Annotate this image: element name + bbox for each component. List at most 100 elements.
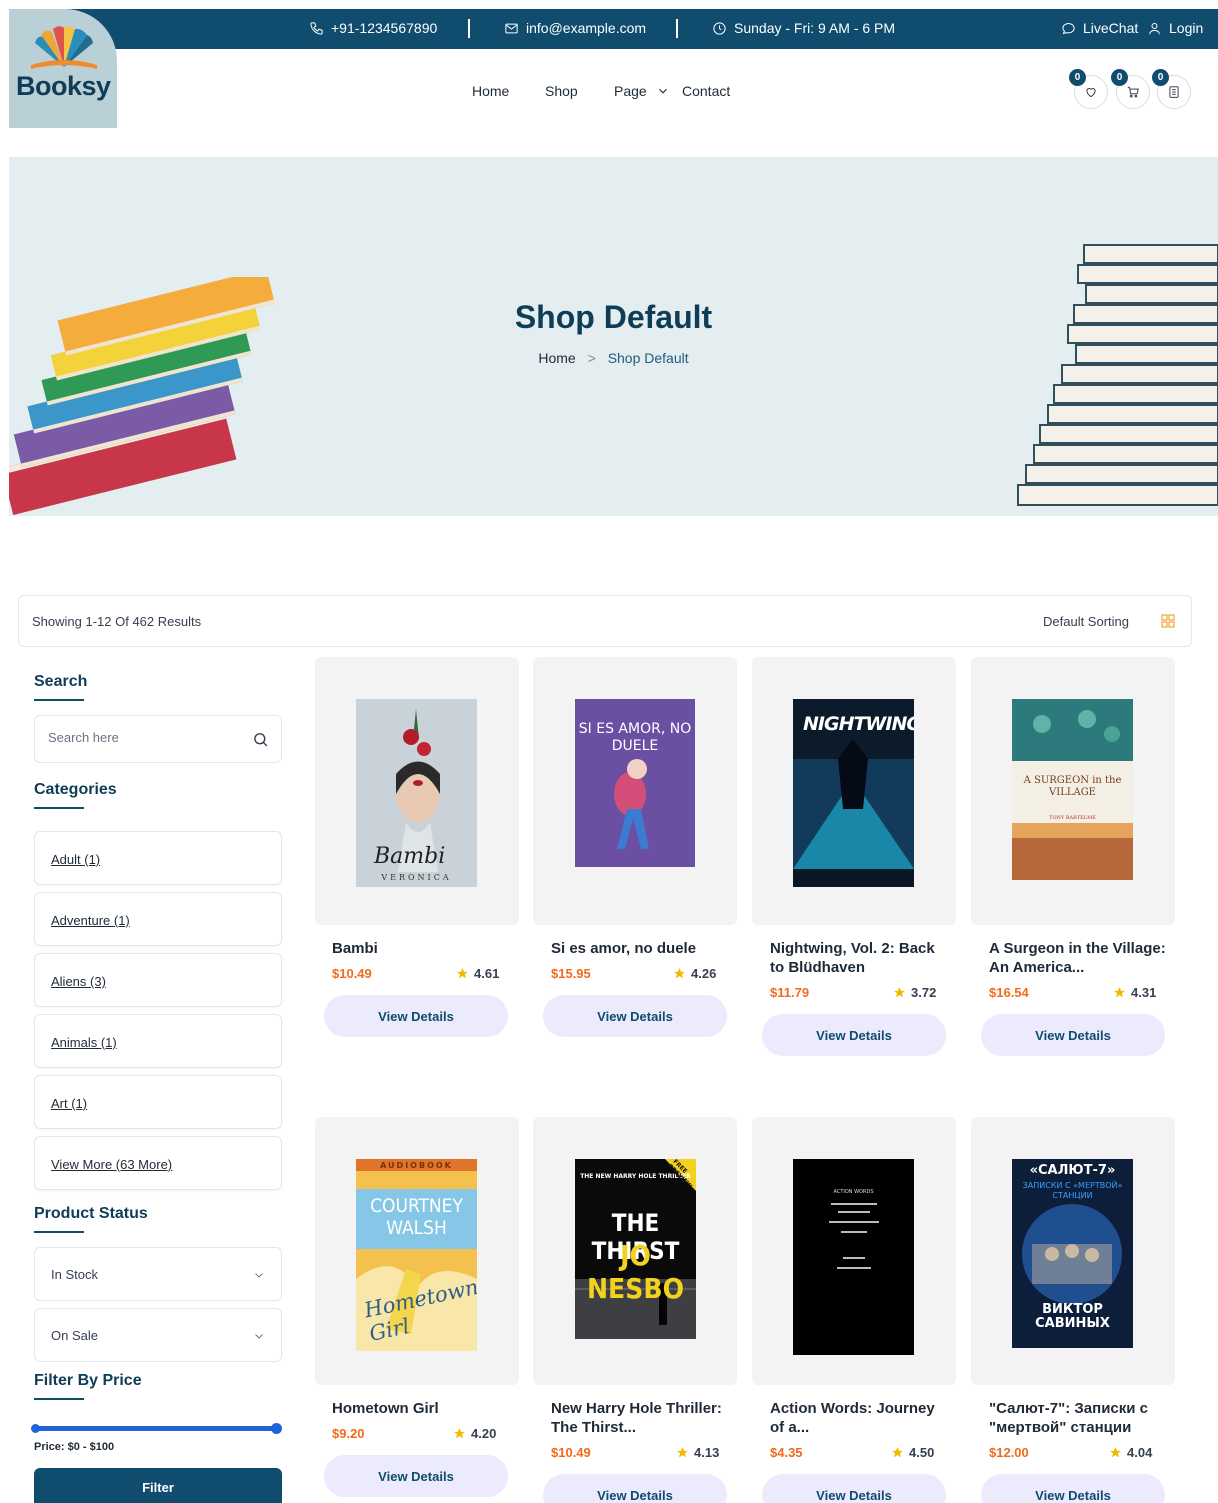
- product-title[interactable]: A Surgeon in the Village: An America...: [989, 939, 1167, 977]
- star-icon: [457, 968, 468, 979]
- opening-hours: Sunday - Fri: 9 AM - 6 PM: [712, 20, 895, 36]
- divider: [468, 19, 470, 38]
- view-details-button[interactable]: View Details: [324, 1455, 508, 1497]
- categories-heading: Categories: [34, 781, 117, 809]
- category-item[interactable]: Adventure (1): [34, 892, 282, 946]
- book-cover[interactable]: A SURGEON in the VILLAGE TONY BARTELME: [1012, 699, 1133, 880]
- book-cover[interactable]: NIGHTWING: [793, 699, 914, 887]
- price-slider-track[interactable]: [35, 1426, 281, 1431]
- product-title[interactable]: Bambi: [332, 939, 510, 958]
- price-slider-max-handle[interactable]: [271, 1423, 282, 1434]
- cart-count: 0: [1111, 69, 1128, 86]
- book-cover[interactable]: ACTION WORDS: [793, 1159, 914, 1355]
- category-item[interactable]: Art (1): [34, 1075, 282, 1129]
- list-icon: [1169, 86, 1179, 98]
- product-rating: 4.61: [456, 966, 499, 981]
- book-cover[interactable]: Bambi VERONICA: [356, 699, 477, 887]
- book-cover[interactable]: SI ES AMOR, NO DUELE: [575, 699, 695, 867]
- rating-value: 4.26: [691, 966, 717, 981]
- category-view-more[interactable]: View More (63 More): [34, 1136, 282, 1190]
- product-rating: 3.72: [893, 985, 936, 1000]
- rating-value: 4.13: [694, 1445, 720, 1460]
- book-tower-illustration: [1017, 244, 1218, 506]
- breadcrumb: Home > Shop Default: [9, 350, 1218, 366]
- product-title[interactable]: Hometown Girl: [332, 1399, 510, 1418]
- cover-top: AUDIOBOOK: [380, 1161, 453, 1170]
- search-heading: Search: [34, 673, 88, 701]
- price-slider-min-handle[interactable]: [31, 1424, 40, 1433]
- category-link[interactable]: Animals (1): [51, 1035, 117, 1050]
- rating-value: 4.61: [474, 966, 500, 981]
- view-details-button[interactable]: View Details: [981, 1474, 1165, 1503]
- product-rating: 4.50: [891, 1445, 934, 1460]
- product-title[interactable]: New Harry Hole Thriller: The Thirst...: [551, 1399, 729, 1437]
- filter-button[interactable]: Filter: [34, 1468, 282, 1503]
- product-rating: 4.26: [673, 966, 716, 981]
- rating-value: 4.20: [471, 1426, 497, 1441]
- category-link[interactable]: Adventure (1): [51, 913, 130, 928]
- site-logo[interactable]: Booksy: [9, 9, 117, 128]
- product-title[interactable]: "Салют-7": Записки с "мертвой" станции: [989, 1399, 1167, 1437]
- category-item[interactable]: Aliens (3): [34, 953, 282, 1007]
- product-title[interactable]: Si es amor, no duele: [551, 939, 729, 958]
- star-icon: [1114, 987, 1125, 998]
- rating-value: 3.72: [911, 985, 937, 1000]
- wishlist-count: 0: [1069, 69, 1086, 86]
- nav-page[interactable]: Page: [614, 83, 670, 99]
- logo-wordmark: Booksy: [16, 71, 111, 101]
- category-link[interactable]: Adult (1): [51, 852, 100, 867]
- search-icon[interactable]: [252, 731, 269, 748]
- search-field: [34, 715, 282, 763]
- on-sale-label: On Sale: [51, 1328, 98, 1343]
- product-rating: 4.20: [453, 1426, 496, 1441]
- mail-icon: [505, 23, 518, 33]
- rating-value: 4.50: [909, 1445, 935, 1460]
- product-price: $10.49: [332, 966, 372, 981]
- view-details-button[interactable]: View Details: [981, 1014, 1165, 1056]
- livechat-link[interactable]: LiveChat: [1061, 20, 1138, 36]
- category-item[interactable]: Animals (1): [34, 1014, 282, 1068]
- breadcrumb-home[interactable]: Home: [538, 350, 575, 366]
- clock-icon: [713, 21, 726, 35]
- phone-contact[interactable]: +91-1234567890: [309, 20, 437, 36]
- book-cover[interactable]: «САЛЮТ-7» ЗАПИСКИ С «МЕРТВОЙ» СТАНЦИИ ВИ…: [1012, 1159, 1133, 1348]
- view-more-link[interactable]: View More (63 More): [51, 1157, 172, 1172]
- product-title[interactable]: Nightwing, Vol. 2: Back to Blüdhaven: [770, 939, 948, 977]
- product-price: $10.49: [551, 1445, 591, 1460]
- view-details-button[interactable]: View Details: [324, 995, 508, 1037]
- in-stock-label: In Stock: [51, 1267, 98, 1282]
- nav-home[interactable]: Home: [472, 83, 509, 99]
- product-price: $4.35: [770, 1445, 803, 1460]
- top-bar: +91-1234567890 info@example.com Sunday -…: [9, 9, 1218, 49]
- nav-shop[interactable]: Shop: [545, 83, 578, 99]
- price-range-label: Price: $0 - $100: [34, 1441, 115, 1453]
- in-stock-select[interactable]: In Stock: [34, 1247, 282, 1301]
- category-link[interactable]: Art (1): [51, 1096, 87, 1111]
- chat-icon: [1062, 22, 1075, 34]
- view-details-button[interactable]: View Details: [762, 1474, 946, 1503]
- nav-contact[interactable]: Contact: [682, 83, 730, 99]
- cart-icon: [1127, 86, 1139, 98]
- filter-price-heading: Filter By Price: [34, 1372, 142, 1400]
- category-link[interactable]: Aliens (3): [51, 974, 106, 989]
- view-details-button[interactable]: View Details: [543, 995, 727, 1037]
- cover-author: TONY BARTELME: [1049, 815, 1096, 821]
- on-sale-select[interactable]: On Sale: [34, 1308, 282, 1362]
- cover-subtitle: ЗАПИСКИ С «МЕРТВОЙ» СТАНЦИИ: [1022, 1181, 1123, 1200]
- book-cover[interactable]: THE NEW HARRY HOLE THRILLER THE THIRST J…: [575, 1159, 696, 1339]
- chevron-down-icon: [255, 1273, 263, 1278]
- view-details-button[interactable]: View Details: [543, 1474, 727, 1503]
- cover-title: SI ES AMOR, NO DUELE: [578, 721, 692, 754]
- sorting-select[interactable]: Default Sorting: [1043, 614, 1129, 629]
- livechat-label: LiveChat: [1083, 20, 1139, 36]
- login-link[interactable]: Login: [1147, 20, 1203, 36]
- phone-icon: [310, 21, 323, 35]
- email-contact[interactable]: info@example.com: [504, 20, 646, 36]
- product-title[interactable]: Action Words: Journey of a...: [770, 1399, 948, 1437]
- star-icon: [454, 1428, 465, 1439]
- grid-view-icon[interactable]: [1161, 614, 1175, 628]
- book-cover[interactable]: AUDIOBOOK COURTNEY WALSH Hometown Girl: [356, 1159, 477, 1351]
- search-input[interactable]: [48, 730, 248, 745]
- category-item[interactable]: Adult (1): [34, 831, 282, 885]
- view-details-button[interactable]: View Details: [762, 1014, 946, 1056]
